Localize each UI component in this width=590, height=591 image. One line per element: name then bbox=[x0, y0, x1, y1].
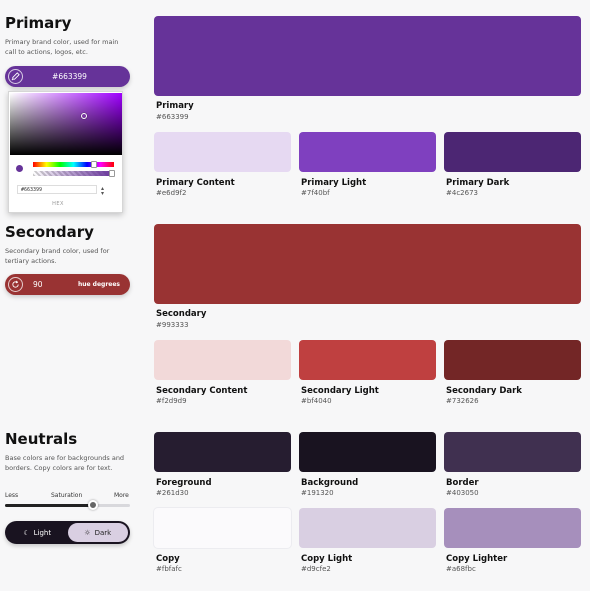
swatch-secondary-dark[interactable] bbox=[444, 340, 581, 380]
swatch-copy-lighter[interactable] bbox=[444, 508, 581, 548]
alpha-slider-handle[interactable] bbox=[109, 170, 115, 177]
theme-mode-toggle[interactable]: ☾ Light ☼ Dark bbox=[5, 521, 130, 544]
swatch-hex: #732626 bbox=[446, 397, 479, 405]
swatch-hex: #7f40bf bbox=[301, 189, 330, 197]
secondary-hue-input[interactable]: 90 hue degrees bbox=[5, 274, 130, 295]
swatch-hex: #403050 bbox=[446, 489, 479, 497]
up-down-arrows-icon[interactable]: ▴ ▾ bbox=[101, 186, 104, 197]
saturation-label: Saturation bbox=[51, 492, 83, 499]
saturation-slider-fill bbox=[5, 504, 93, 507]
primary-title: Primary bbox=[5, 14, 72, 32]
swatch-name: Border bbox=[446, 478, 479, 488]
eyedropper-icon[interactable] bbox=[8, 69, 23, 84]
primary-description: Primary brand color, used for main call … bbox=[5, 38, 119, 56]
swatch-name: Secondary Light bbox=[301, 386, 379, 396]
swatch-name: Secondary bbox=[156, 309, 207, 319]
picker-mode-label: HEX bbox=[52, 201, 64, 207]
saturation-slider[interactable] bbox=[5, 500, 130, 510]
swatch-name: Foreground bbox=[156, 478, 212, 488]
swatch-name: Primary Light bbox=[301, 178, 367, 188]
swatch-hex: #d9cfe2 bbox=[301, 565, 331, 573]
swatch-name: Primary Content bbox=[156, 178, 235, 188]
swatch-hex: #fbfafc bbox=[156, 565, 182, 573]
swatch-name: Background bbox=[301, 478, 359, 488]
swatch-name: Primary bbox=[156, 101, 194, 111]
swatch-border[interactable] bbox=[444, 432, 581, 472]
dark-mode-option[interactable]: ☼ Dark bbox=[67, 523, 128, 542]
neutrals-description: Base colors are for backgrounds and bord… bbox=[5, 454, 125, 472]
swatch-secondary-content[interactable] bbox=[154, 340, 291, 380]
neutrals-title: Neutrals bbox=[5, 430, 78, 448]
swatch-hex: #191320 bbox=[301, 489, 334, 497]
sun-icon: ☼ bbox=[84, 528, 91, 537]
primary-color-input[interactable]: #663399 bbox=[5, 66, 130, 87]
light-mode-option[interactable]: ☾ Light bbox=[7, 523, 68, 542]
swatch-foreground[interactable] bbox=[154, 432, 291, 472]
saturation-more-label: More bbox=[114, 492, 129, 499]
swatch-copy-light[interactable] bbox=[299, 508, 436, 548]
alpha-slider[interactable] bbox=[33, 171, 114, 176]
swatch-background[interactable] bbox=[299, 432, 436, 472]
swatch-hex: #261d30 bbox=[156, 489, 189, 497]
swatch-hex: #a68fbc bbox=[446, 565, 476, 573]
hue-unit-label: hue degrees bbox=[77, 281, 120, 288]
moon-icon: ☾ bbox=[23, 528, 30, 537]
current-color-preview bbox=[16, 165, 23, 172]
swatch-primary-dark[interactable] bbox=[444, 132, 581, 172]
hue-slider-handle[interactable] bbox=[91, 161, 97, 168]
picker-hex-input[interactable]: #663399 bbox=[17, 185, 97, 194]
swatch-hex: #663399 bbox=[156, 113, 189, 121]
secondary-description: Secondary brand color, used for tertiary… bbox=[5, 247, 110, 265]
swatch-hex: #f2d9d9 bbox=[156, 397, 187, 405]
saturation-value-area[interactable] bbox=[10, 93, 122, 155]
saturation-less-label: Less bbox=[5, 492, 19, 499]
refresh-icon[interactable] bbox=[8, 277, 23, 292]
swatch-hex: #bf4040 bbox=[301, 397, 332, 405]
color-picker-popover[interactable]: #663399 ▴ ▾ HEX bbox=[8, 91, 123, 213]
swatch-secondary[interactable] bbox=[154, 224, 581, 304]
swatch-hex: #4c2673 bbox=[446, 189, 478, 197]
swatch-hex: #e6d9f2 bbox=[156, 189, 187, 197]
secondary-title: Secondary bbox=[5, 223, 94, 241]
swatch-secondary-light[interactable] bbox=[299, 340, 436, 380]
swatch-name: Secondary Content bbox=[156, 386, 248, 396]
swatch-primary-content[interactable] bbox=[154, 132, 291, 172]
swatch-name: Primary Dark bbox=[446, 178, 510, 188]
hue-value[interactable]: 90 bbox=[33, 280, 43, 289]
saturation-slider-handle[interactable] bbox=[87, 500, 98, 510]
light-mode-label: Light bbox=[33, 528, 52, 537]
sv-handle[interactable] bbox=[81, 113, 87, 119]
swatch-name: Secondary Dark bbox=[446, 386, 522, 396]
swatch-primary[interactable] bbox=[154, 16, 581, 96]
swatch-copy[interactable] bbox=[154, 508, 291, 548]
primary-hex-value[interactable]: #663399 bbox=[23, 72, 130, 81]
dark-mode-label: Dark bbox=[94, 528, 112, 537]
swatch-name: Copy Lighter bbox=[446, 554, 508, 564]
swatch-name: Copy Light bbox=[301, 554, 353, 564]
hue-slider[interactable] bbox=[33, 162, 114, 167]
swatch-hex: #993333 bbox=[156, 321, 189, 329]
swatch-primary-light[interactable] bbox=[299, 132, 436, 172]
swatch-name: Copy bbox=[156, 554, 180, 564]
